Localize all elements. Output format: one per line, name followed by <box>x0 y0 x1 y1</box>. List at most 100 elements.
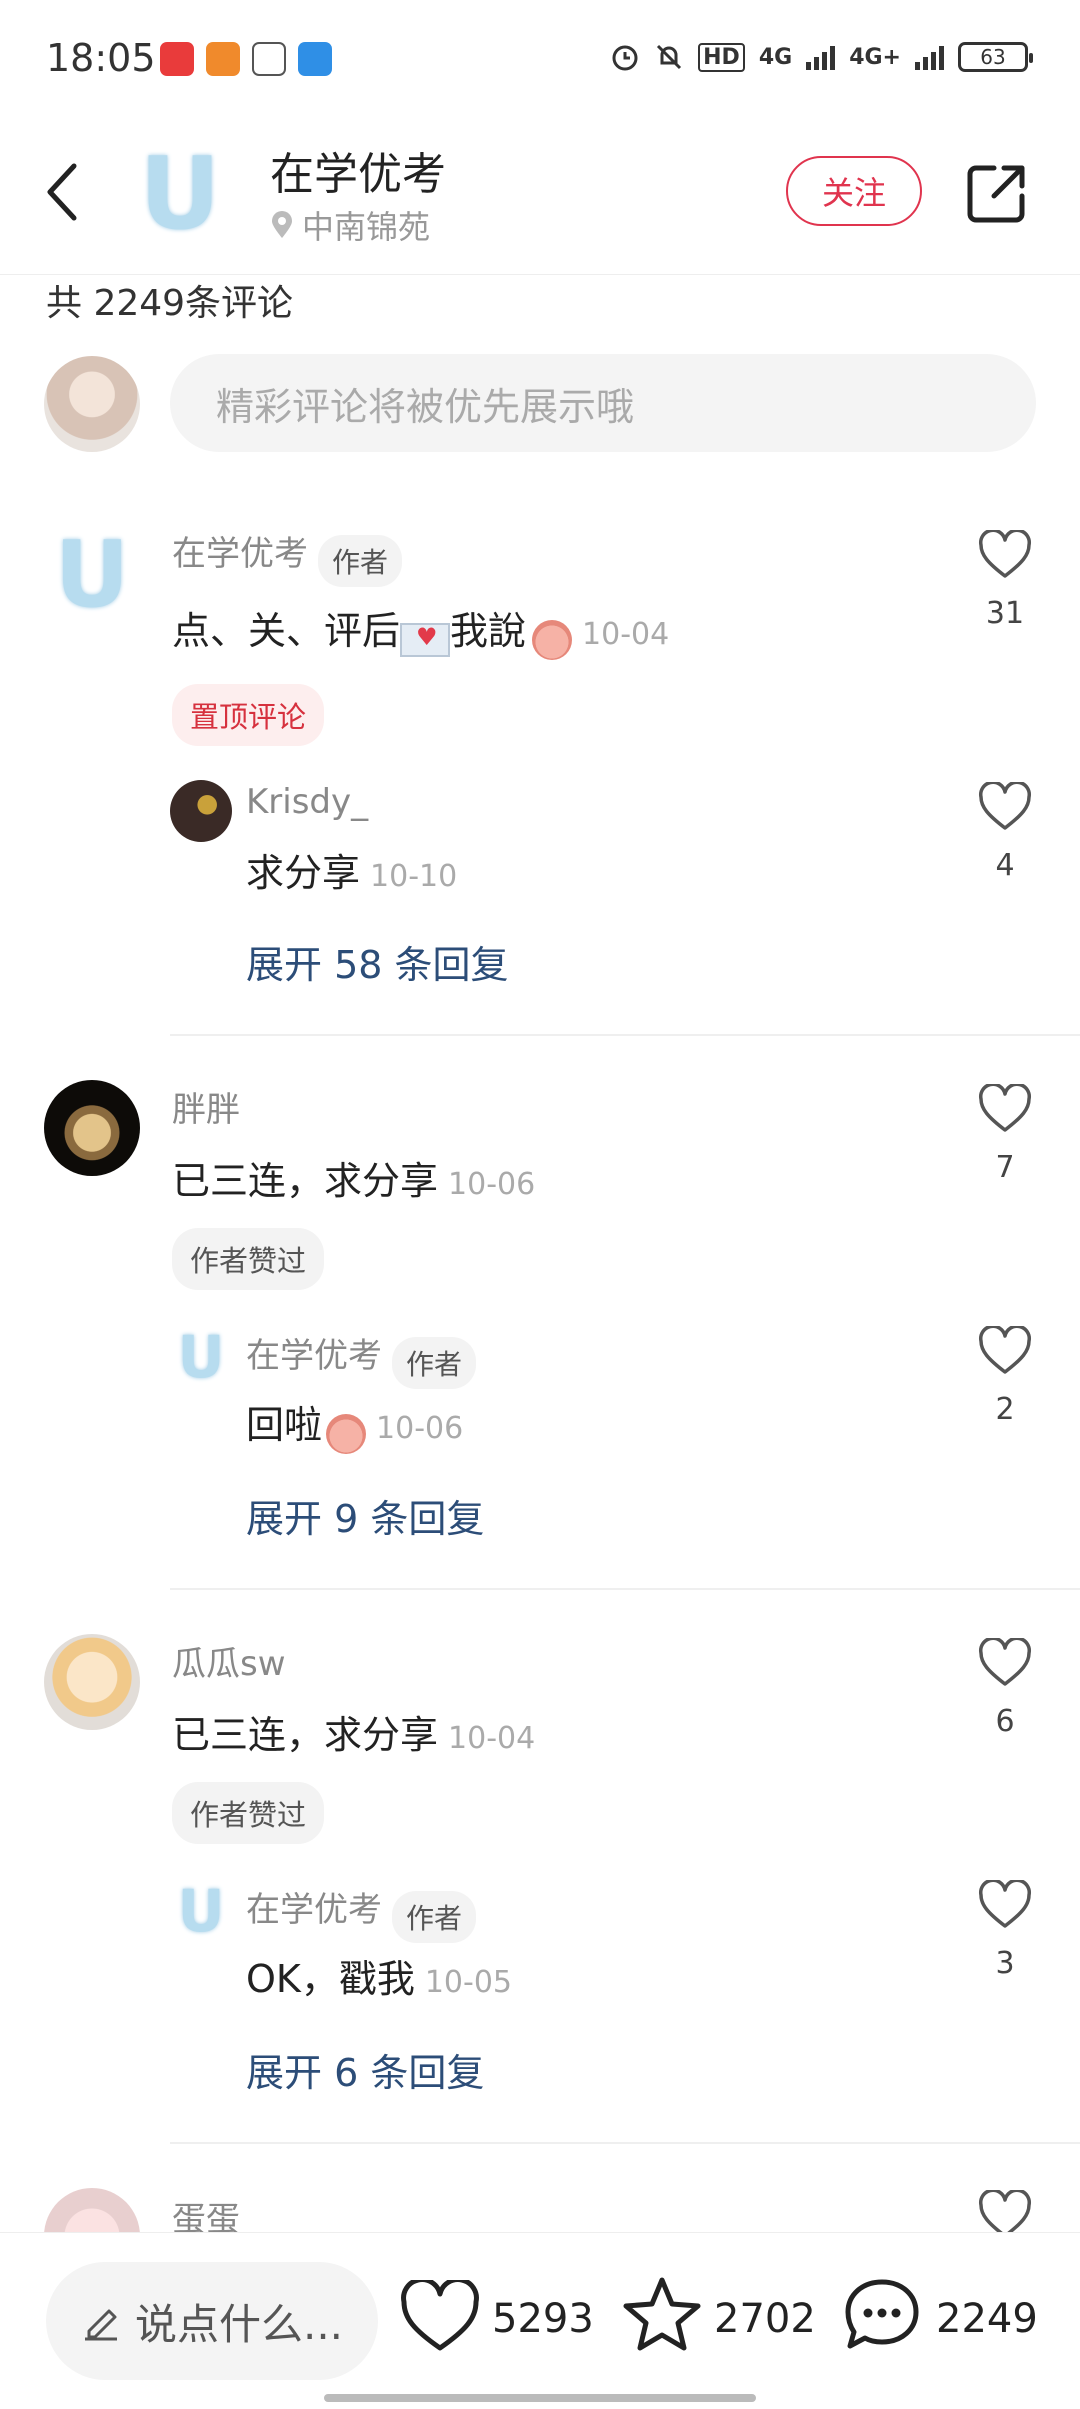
comment-text: 已三连，求分享 <box>172 1159 439 1203</box>
signal-icon-1 <box>806 44 836 70</box>
reply-date: 10-06 <box>376 1411 464 1446</box>
author-liked-badge: 作者赞过 <box>172 1782 325 1844</box>
comment-divider <box>170 1588 1080 1590</box>
comment-avatar[interactable] <box>44 1634 140 1730</box>
network-label-2: 4G+ <box>849 44 901 70</box>
comment-text: 点、关、评后 <box>172 609 401 653</box>
author-tag: 作者 <box>392 1336 477 1389</box>
like-count: 6 <box>995 1704 1015 1739</box>
heart-icon[interactable] <box>978 1638 1032 1688</box>
pencil-icon <box>84 2309 117 2341</box>
battery-icon: 63 <box>958 42 1033 72</box>
follow-button[interactable]: 关注 <box>786 156 922 226</box>
comment-body[interactable]: 点、关、评后 我說 10-04 <box>172 600 669 660</box>
channel-avatar[interactable]: U <box>130 135 230 252</box>
comment-count: 共 2249条评论 <box>46 283 294 324</box>
comment-divider <box>170 2142 1080 2144</box>
status-time: 18:05 <box>46 36 156 80</box>
network-label-1: 4G <box>758 44 793 70</box>
comment-date: 10-04 <box>448 1721 536 1756</box>
expand-replies-link[interactable]: 展开 9 条回复 <box>246 1488 484 1543</box>
comment-body[interactable]: 已三连，求分享 10-06 <box>172 1150 535 1205</box>
comment-count-total: 2249 <box>936 2296 1038 2342</box>
heart-icon[interactable] <box>978 530 1032 580</box>
app-icon-blue <box>298 42 332 76</box>
comment-header: 在学优考 作者 <box>172 526 403 587</box>
like-count-total: 5293 <box>492 2296 594 2342</box>
comment-author[interactable]: 在学优考 <box>172 534 308 574</box>
envelope-heart-emoji <box>400 622 451 657</box>
comment-input[interactable]: 精彩评论将被优先展示哦 <box>170 354 1036 452</box>
author-liked-badge: 作者赞过 <box>172 1228 325 1290</box>
reply-text: 回啦 <box>246 1403 323 1447</box>
avatar-logo-letter: U <box>177 1323 225 1391</box>
alarm-icon <box>612 45 638 71</box>
reply-avatar[interactable]: U <box>170 1877 232 1945</box>
comment-bubble-icon[interactable] <box>842 2276 922 2354</box>
reply-author[interactable]: Krisdy_ <box>246 782 368 822</box>
app-icon-orange <box>206 42 240 76</box>
star-icon[interactable] <box>622 2274 702 2354</box>
like-count: 31 <box>985 596 1025 631</box>
reply-date: 10-10 <box>370 859 458 894</box>
my-avatar <box>44 356 140 452</box>
share-icon[interactable] <box>966 162 1028 224</box>
comment-body[interactable]: 已三连，求分享 10-04 <box>172 1704 535 1759</box>
reply-date: 10-05 <box>424 1965 513 2000</box>
heart-icon[interactable] <box>978 1326 1032 1376</box>
back-arrow-icon[interactable] <box>40 160 84 224</box>
channel-logo-letter: U <box>139 134 221 252</box>
expand-replies-link[interactable]: 展开 6 条回复 <box>246 2042 484 2097</box>
channel-title: 在学优考 <box>270 149 446 200</box>
status-icons: HD 4G 4G+ 63 <box>610 42 1033 72</box>
comment-date: 10-04 <box>582 617 670 652</box>
peach-emoji <box>326 1413 367 1454</box>
app-icon-red <box>160 42 194 76</box>
favorite-count: 2702 <box>714 2296 816 2342</box>
like-count: 4 <box>995 848 1015 883</box>
author-tag: 作者 <box>318 534 403 587</box>
heart-icon[interactable] <box>978 1880 1032 1930</box>
reply-text: OK，戳我 <box>246 1957 415 2001</box>
pinned-badge: 置顶评论 <box>172 684 325 746</box>
reply-body[interactable]: 求分享 10-10 <box>246 842 457 897</box>
like-heart-icon[interactable] <box>400 2280 480 2354</box>
like-count: 3 <box>995 1946 1015 1981</box>
comment-text-suffix: 我說 <box>450 609 527 653</box>
say-something-input[interactable]: 说点什么... <box>46 2262 378 2380</box>
reply-text: 求分享 <box>246 851 361 895</box>
reply-body[interactable]: OK，戳我 10-05 <box>246 1948 512 2003</box>
comment-avatar[interactable]: U <box>44 521 140 628</box>
reply-header: 在学优考 作者 <box>246 1882 477 1943</box>
comment-divider <box>170 1034 1080 1036</box>
heart-icon[interactable] <box>978 1084 1032 1134</box>
app-icon-news <box>252 42 286 76</box>
expand-replies-link[interactable]: 展开 58 条回复 <box>246 934 509 989</box>
mute-bell-icon <box>657 44 682 70</box>
reply-avatar[interactable] <box>170 780 232 842</box>
location: 中南锦苑 <box>270 202 430 248</box>
comment-author[interactable]: 瓜瓜sw <box>172 1636 286 1685</box>
heart-icon[interactable] <box>978 782 1032 832</box>
reply-avatar[interactable]: U <box>170 1323 232 1391</box>
comment-author[interactable]: 胖胖 <box>172 1082 240 1131</box>
comment-date: 10-06 <box>448 1167 536 1202</box>
comment-avatar[interactable] <box>44 1080 140 1176</box>
reply-body[interactable]: 回啦 10-06 <box>246 1394 463 1454</box>
author-tag: 作者 <box>392 1890 477 1943</box>
reply-author[interactable]: 在学优考 <box>246 1336 382 1376</box>
comment-text: 已三连，求分享 <box>172 1713 439 1757</box>
peach-emoji <box>532 619 573 660</box>
notification-app-icons <box>160 42 332 76</box>
avatar-logo-letter: U <box>54 520 130 628</box>
location-pin-icon <box>272 211 292 238</box>
location-text: 中南锦苑 <box>302 208 431 246</box>
avatar-logo-letter: U <box>177 1877 225 1945</box>
hd-label: HD <box>698 42 745 72</box>
reply-author[interactable]: 在学优考 <box>246 1890 382 1930</box>
like-count: 2 <box>995 1392 1015 1427</box>
signal-icon-2 <box>915 44 944 70</box>
home-indicator[interactable] <box>324 2394 756 2402</box>
like-count: 7 <box>995 1150 1015 1185</box>
say-something-label: 说点什么... <box>134 2299 344 2349</box>
